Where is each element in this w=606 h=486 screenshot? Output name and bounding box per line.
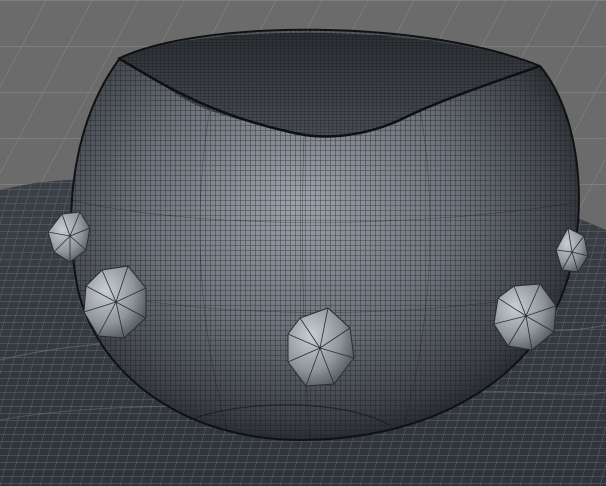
viewport-canvas[interactable]: [0, 0, 606, 486]
3d-viewport[interactable]: [0, 0, 606, 486]
